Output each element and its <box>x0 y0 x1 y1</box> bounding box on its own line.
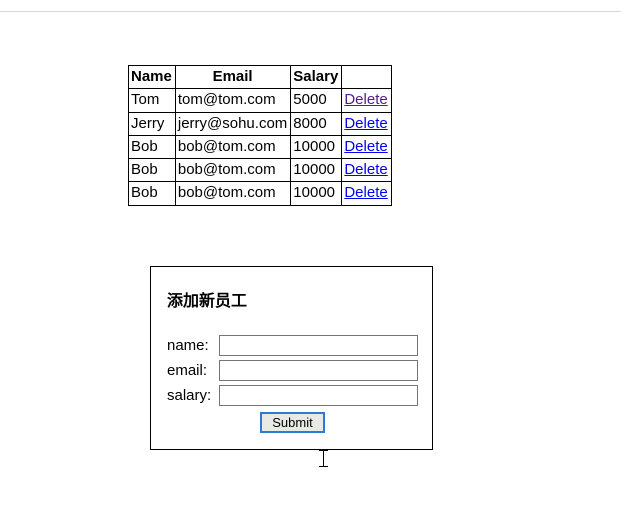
cell-email: bob@tom.com <box>175 182 290 205</box>
cell-email: jerry@sohu.com <box>175 112 290 135</box>
col-header-salary: Salary <box>291 66 342 89</box>
delete-link[interactable]: Delete <box>344 161 387 178</box>
delete-link[interactable]: Delete <box>344 138 387 155</box>
table-row: Tomtom@tom.com5000Delete <box>129 89 392 112</box>
label-email: email: <box>167 362 219 379</box>
cell-email: bob@tom.com <box>175 135 290 158</box>
cell-name: Bob <box>129 135 176 158</box>
label-name: name: <box>167 337 219 354</box>
delete-link[interactable]: Delete <box>344 115 387 132</box>
cell-action: Delete <box>342 112 391 135</box>
delete-link[interactable]: Delete <box>344 184 387 201</box>
form-row-name: name: <box>167 335 418 356</box>
input-name[interactable] <box>219 335 418 356</box>
delete-link[interactable]: Delete <box>344 91 387 108</box>
table-header-row: Name Email Salary <box>129 66 392 89</box>
cell-action: Delete <box>342 135 391 158</box>
cell-action: Delete <box>342 89 391 112</box>
label-salary: salary: <box>167 387 219 404</box>
submit-button[interactable]: Submit <box>260 412 324 433</box>
col-header-action <box>342 66 391 89</box>
table-row: Bobbob@tom.com10000Delete <box>129 135 392 158</box>
input-email[interactable] <box>219 360 418 381</box>
cell-salary: 10000 <box>291 182 342 205</box>
cell-salary: 8000 <box>291 112 342 135</box>
form-title: 添加新员工 <box>167 287 418 311</box>
table-row: Bobbob@tom.com10000Delete <box>129 182 392 205</box>
form-row-salary: salary: <box>167 385 418 406</box>
window-divider <box>0 11 621 12</box>
add-employee-form: 添加新员工 name: email: salary: Submit <box>150 266 433 450</box>
cell-name: Bob <box>129 159 176 182</box>
employee-table-body: Tomtom@tom.com5000DeleteJerryjerry@sohu.… <box>129 89 392 205</box>
cell-action: Delete <box>342 182 391 205</box>
cell-salary: 5000 <box>291 89 342 112</box>
cell-name: Jerry <box>129 112 176 135</box>
col-header-email: Email <box>175 66 290 89</box>
table-row: Jerryjerry@sohu.com8000Delete <box>129 112 392 135</box>
cell-salary: 10000 <box>291 159 342 182</box>
cell-action: Delete <box>342 159 391 182</box>
cell-email: bob@tom.com <box>175 159 290 182</box>
employee-table: Name Email Salary Tomtom@tom.com5000Dele… <box>128 65 392 206</box>
page-content: Name Email Salary Tomtom@tom.com5000Dele… <box>0 0 621 450</box>
col-header-name: Name <box>129 66 176 89</box>
cell-email: tom@tom.com <box>175 89 290 112</box>
cell-salary: 10000 <box>291 135 342 158</box>
submit-row: Submit <box>167 412 418 433</box>
cell-name: Tom <box>129 89 176 112</box>
input-salary[interactable] <box>219 385 418 406</box>
cell-name: Bob <box>129 182 176 205</box>
text-cursor-icon <box>319 450 328 468</box>
table-row: Bobbob@tom.com10000Delete <box>129 159 392 182</box>
form-row-email: email: <box>167 360 418 381</box>
